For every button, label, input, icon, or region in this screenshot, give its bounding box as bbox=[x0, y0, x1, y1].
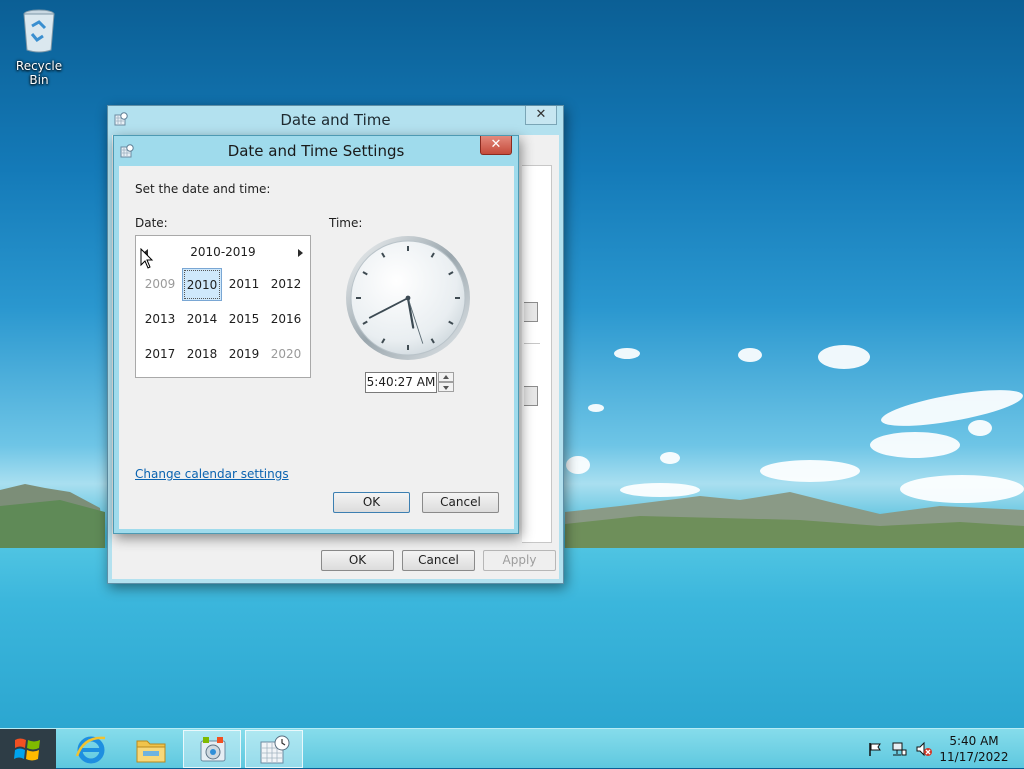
cloud bbox=[818, 345, 870, 369]
tab-panel bbox=[522, 165, 552, 543]
action-center-flag-icon[interactable] bbox=[867, 741, 883, 757]
recycle-bin-icon bbox=[23, 9, 55, 53]
mouse-cursor-icon bbox=[140, 248, 154, 269]
instruction-text: Set the date and time: bbox=[135, 182, 271, 196]
year-cell[interactable]: 2009 bbox=[140, 268, 180, 301]
cloud bbox=[588, 404, 604, 412]
cloud bbox=[660, 452, 680, 464]
calendar-next-arrow-icon[interactable] bbox=[294, 246, 306, 260]
close-button[interactable]: ✕ bbox=[525, 106, 557, 125]
cloud bbox=[614, 348, 640, 359]
time-input[interactable]: 5:40:27 AM bbox=[365, 372, 437, 393]
notification-area bbox=[860, 729, 940, 769]
calendar-header: 2010-2019 bbox=[136, 244, 310, 262]
dialog-client: Set the date and time: Date: Time: 2010-… bbox=[119, 166, 514, 529]
time-spin-up[interactable] bbox=[438, 372, 454, 382]
ok-button[interactable]: OK bbox=[333, 492, 410, 513]
spin-down-icon bbox=[443, 386, 449, 390]
cloud bbox=[968, 420, 992, 436]
year-cell[interactable]: 2018 bbox=[182, 338, 222, 371]
taskbar-file-explorer[interactable] bbox=[122, 730, 180, 768]
cloud bbox=[878, 382, 1024, 434]
taskbar-control-panel[interactable] bbox=[183, 730, 241, 768]
year-cell[interactable]: 2017 bbox=[140, 338, 180, 371]
time-spin-down[interactable] bbox=[438, 382, 454, 392]
taskbar-time: 5:40 AM bbox=[949, 734, 999, 748]
date-time-icon bbox=[260, 735, 290, 764]
year-cell[interactable]: 2010 bbox=[182, 268, 222, 301]
separator bbox=[524, 343, 540, 344]
change-calendar-settings-link[interactable]: Change calendar settings bbox=[135, 467, 289, 481]
taskbar-date-time[interactable] bbox=[245, 730, 303, 768]
volume-muted-icon[interactable] bbox=[915, 741, 933, 757]
start-button[interactable] bbox=[0, 729, 56, 769]
apply-button[interactable]: Apply bbox=[483, 550, 556, 571]
taskbar-date: 11/17/2022 bbox=[939, 750, 1009, 764]
taskbar: 5:40 AM 11/17/2022 bbox=[0, 728, 1024, 769]
dialog-title: Date and Time Settings bbox=[227, 142, 405, 160]
date-label: Date: bbox=[135, 216, 168, 230]
year-cell[interactable]: 2016 bbox=[266, 303, 306, 336]
year-cell[interactable]: 2011 bbox=[224, 268, 264, 301]
analog-clock bbox=[346, 236, 470, 360]
time-label: Time: bbox=[329, 216, 363, 230]
taskbar-clock[interactable]: 5:40 AM 11/17/2022 bbox=[938, 733, 1010, 765]
year-cell[interactable]: 2013 bbox=[140, 303, 180, 336]
cloud bbox=[738, 348, 762, 362]
year-calendar: 2010-2019 2009 2010 2011 2012 2013 2014 2015 20… bbox=[135, 235, 311, 378]
year-cell[interactable]: 2020 bbox=[266, 338, 306, 371]
year-cell[interactable]: 2014 bbox=[182, 303, 222, 336]
cancel-button[interactable]: Cancel bbox=[402, 550, 475, 571]
hidden-button[interactable] bbox=[524, 386, 538, 406]
year-cell[interactable]: 2019 bbox=[224, 338, 264, 371]
year-cell[interactable]: 2012 bbox=[266, 268, 306, 301]
internet-explorer-icon bbox=[75, 736, 106, 764]
ok-button[interactable]: OK bbox=[321, 550, 394, 571]
calendar-range-title[interactable]: 2010-2019 bbox=[176, 245, 270, 259]
clock-center bbox=[405, 295, 411, 301]
windows-logo-icon bbox=[14, 738, 40, 761]
control-panel-icon bbox=[200, 737, 226, 762]
desktop-icon-recycle-bin[interactable]: Recycle Bin bbox=[6, 6, 72, 87]
hidden-button[interactable] bbox=[524, 302, 538, 322]
cloud bbox=[870, 432, 960, 458]
close-button[interactable]: ✕ bbox=[480, 136, 512, 155]
year-cell[interactable]: 2015 bbox=[224, 303, 264, 336]
window-title: Date and Time bbox=[280, 111, 391, 129]
recycle-bin-label: Recycle Bin bbox=[15, 59, 63, 87]
date-time-settings-dialog: Date and Time Settings ✕ Set the date an… bbox=[113, 135, 519, 534]
taskbar-internet-explorer[interactable] bbox=[62, 730, 120, 768]
file-explorer-icon bbox=[136, 740, 166, 763]
network-icon[interactable] bbox=[891, 741, 907, 757]
cancel-button[interactable]: Cancel bbox=[422, 492, 499, 513]
spin-up-icon bbox=[443, 375, 449, 379]
